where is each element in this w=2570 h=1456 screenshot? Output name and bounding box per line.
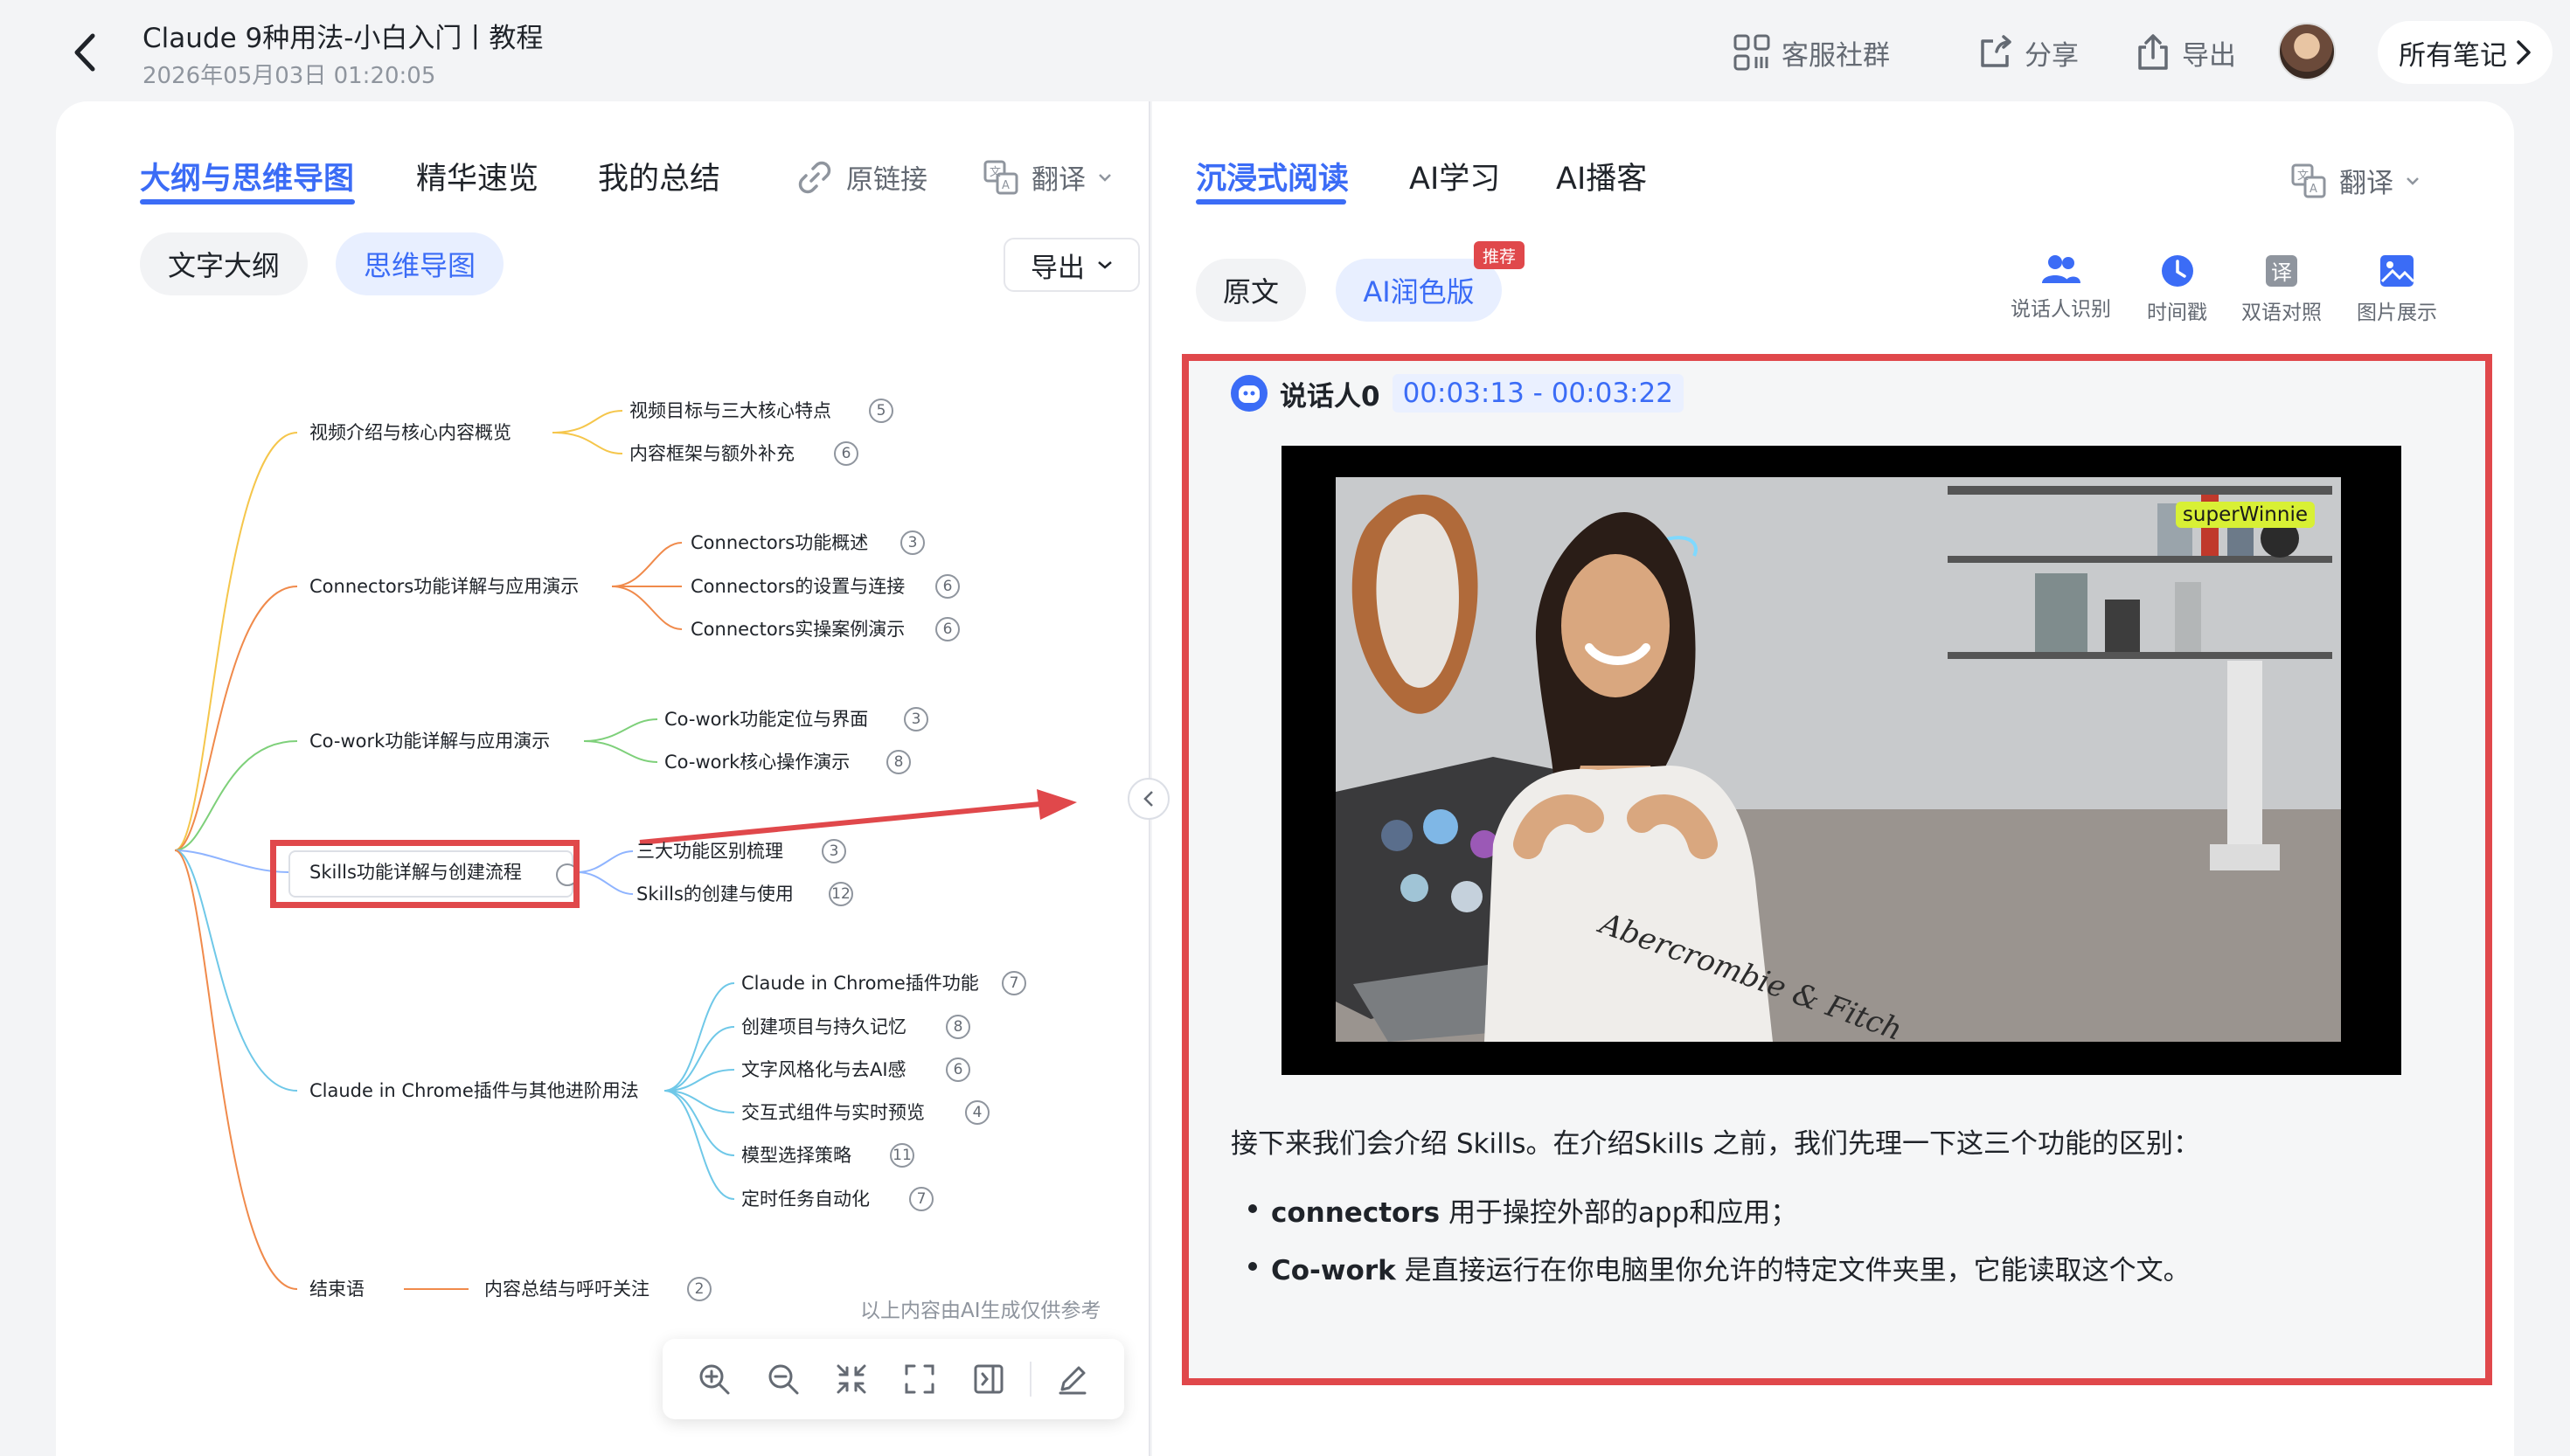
tool-label: 图片展示 <box>2357 302 2437 324</box>
fullscreen-button[interactable] <box>886 1344 954 1414</box>
robot-face-icon <box>1239 385 1260 403</box>
mindmap-leaf[interactable]: 创建项目与持久记忆 <box>741 1015 906 1039</box>
count-badge: 6 <box>935 574 960 599</box>
mindmap-leaf[interactable]: Skills的创建与使用 <box>636 882 794 906</box>
svg-text:译: 译 <box>2271 260 2292 285</box>
chevron-left-icon <box>1143 791 1153 807</box>
mindmap-leaf[interactable]: 三大功能区别梳理 <box>636 839 783 863</box>
tool-label: 时间戳 <box>2147 302 2207 324</box>
mindmap-leaf[interactable]: Connectors的设置与连接 <box>691 574 905 599</box>
tab-immersive-reading[interactable]: 沉浸式阅读 <box>1196 154 1349 198</box>
ai-disclaimer: 以上内容由AI生成仅供参考 <box>860 1300 1101 1322</box>
count-badge: 3 <box>900 530 925 555</box>
mindmap-leaf[interactable]: Connectors功能概述 <box>691 530 868 555</box>
fit-view-button[interactable] <box>817 1344 886 1414</box>
bullet-text: 用于操控外部的app和应用； <box>1448 1197 1798 1229</box>
count-badge: 3 <box>822 839 846 863</box>
right-translate-label: 翻译 <box>2339 168 2393 199</box>
pencil-icon <box>1059 1366 1087 1395</box>
mindmap-leaf[interactable]: Connectors实操案例演示 <box>691 617 905 641</box>
mindmap-leaf[interactable]: Co-work核心操作演示 <box>664 750 850 774</box>
video-watermark: superWinnie <box>2175 502 2315 528</box>
count-badge: 3 <box>904 707 928 731</box>
speaker-avatar-icon <box>1231 375 1268 412</box>
bullet-term: connectors <box>1271 1197 1441 1229</box>
count-badge: 12 <box>829 882 853 906</box>
people-icon <box>2041 255 2080 283</box>
mindmap-branch-1[interactable]: 视频介绍与核心内容概览 <box>309 420 511 445</box>
collapse-arrows-icon <box>837 1364 866 1394</box>
side-panel-icon <box>974 1364 1004 1394</box>
translate-icon: 文 A <box>2291 163 2326 198</box>
tool-label: 双语对照 <box>2241 302 2322 324</box>
zoom-in-icon <box>699 1364 730 1395</box>
toolbar-separator <box>1029 1362 1031 1397</box>
mindmap-leaf[interactable]: 交互式组件与实时预览 <box>741 1100 925 1125</box>
bilingual-tool[interactable]: 译 双语对照 <box>2241 253 2322 325</box>
right-translate-button[interactable]: 文 A 翻译 <box>2290 161 2420 200</box>
count-badge: 4 <box>965 1100 990 1125</box>
panel-collapse-button[interactable] <box>1128 778 1170 820</box>
video-scene: Abercrombie & Fitch superWinnie <box>1336 477 2341 1042</box>
zoom-out-icon <box>768 1364 799 1395</box>
count-badge: 2 <box>687 1277 712 1301</box>
chevron-down-icon <box>2407 177 2419 185</box>
view-original[interactable]: 原文 <box>1196 259 1306 322</box>
video-screenshot[interactable]: Abercrombie & Fitch superWinnie <box>1282 446 2401 1075</box>
mindmap-branch-2[interactable]: Connectors功能详解与应用演示 <box>309 574 579 599</box>
translate-badge-icon: 译 <box>2266 255 2297 287</box>
mindmap-leaf[interactable]: 内容总结与呼吁关注 <box>484 1277 649 1301</box>
mindmap-leaf[interactable]: Claude in Chrome插件功能 <box>741 971 979 995</box>
count-badge: 11 <box>890 1143 914 1168</box>
count-badge: 7 <box>1002 971 1026 995</box>
tab-ai-learning[interactable]: AI学习 <box>1409 154 1500 198</box>
transcript-bullet: connectors 用于操控外部的app和应用； <box>1248 1190 1797 1230</box>
mindmap-toolbar <box>663 1339 1124 1419</box>
mindmap-leaf[interactable]: Co-work功能定位与界面 <box>664 707 868 731</box>
mindmap-branch-5[interactable]: Claude in Chrome插件与其他进阶用法 <box>309 1078 639 1103</box>
count-badge: 8 <box>886 750 911 774</box>
bullet-term: Co-work <box>1271 1255 1396 1286</box>
mindmap-leaf[interactable]: 模型选择策略 <box>741 1143 851 1168</box>
speaker-header: 说话人0 00:03:13 - 00:03:22 <box>1231 371 1684 416</box>
side-panel-button[interactable] <box>954 1344 1022 1414</box>
zoom-out-button[interactable] <box>748 1344 816 1414</box>
speaker-name: 说话人0 <box>1280 380 1380 413</box>
zoom-in-button[interactable] <box>680 1344 748 1414</box>
bullet-dot <box>1248 1262 1257 1271</box>
video-illustration: Abercrombie & Fitch <box>1336 477 2341 1042</box>
bullet-dot <box>1248 1204 1257 1213</box>
count-badge: 5 <box>869 399 893 423</box>
image-icon <box>2380 255 2415 287</box>
mindmap-leaf[interactable]: 视频目标与三大核心特点 <box>629 399 831 423</box>
highlight-annotation <box>270 840 580 908</box>
bullet-text: 是直接运行在你电脑里你允许的特定文件夹里，它能读取这个文。 <box>1404 1255 2191 1286</box>
count-badge: 7 <box>909 1187 934 1211</box>
svg-text:文: 文 <box>2297 170 2309 183</box>
edit-button[interactable] <box>1038 1344 1107 1414</box>
count-badge: 6 <box>935 617 960 641</box>
mindmap-leaf[interactable]: 定时任务自动化 <box>741 1187 870 1211</box>
svg-text:A: A <box>2310 183 2317 196</box>
mindmap-leaf[interactable]: 文字风格化与去AI感 <box>741 1057 906 1082</box>
count-badge: 6 <box>834 441 858 466</box>
count-badge: 6 <box>946 1057 970 1082</box>
segment-timestamp[interactable]: 00:03:13 - 00:03:22 <box>1392 374 1684 413</box>
fullscreen-icon <box>905 1364 934 1394</box>
speaker-recognition-tool[interactable]: 说话人识别 <box>2011 253 2111 322</box>
tab-immersive-underline <box>1196 199 1346 205</box>
transcript-bullet: Co-work 是直接运行在你电脑里你允许的特定文件夹里，它能读取这个文。 <box>1248 1248 2191 1287</box>
mindmap-leaf[interactable]: 内容框架与额外补充 <box>629 441 795 466</box>
recommend-badge: 推荐 <box>1474 241 1525 269</box>
clock-icon <box>2161 255 2193 287</box>
tab-ai-podcast[interactable]: AI播客 <box>1556 154 1647 198</box>
transcript-paragraph: 接下来我们会介绍 Skills。在介绍Skills 之前，我们先理一下这三个功能… <box>1231 1128 2200 1160</box>
count-badge: 8 <box>946 1015 970 1039</box>
mindmap-branch-3[interactable]: Co-work功能详解与应用演示 <box>309 729 550 753</box>
timestamp-tool[interactable]: 时间戳 <box>2147 253 2207 325</box>
image-display-tool[interactable]: 图片展示 <box>2357 253 2437 325</box>
mindmap-branch-6[interactable]: 结束语 <box>309 1277 365 1301</box>
tool-label: 说话人识别 <box>2011 298 2111 321</box>
